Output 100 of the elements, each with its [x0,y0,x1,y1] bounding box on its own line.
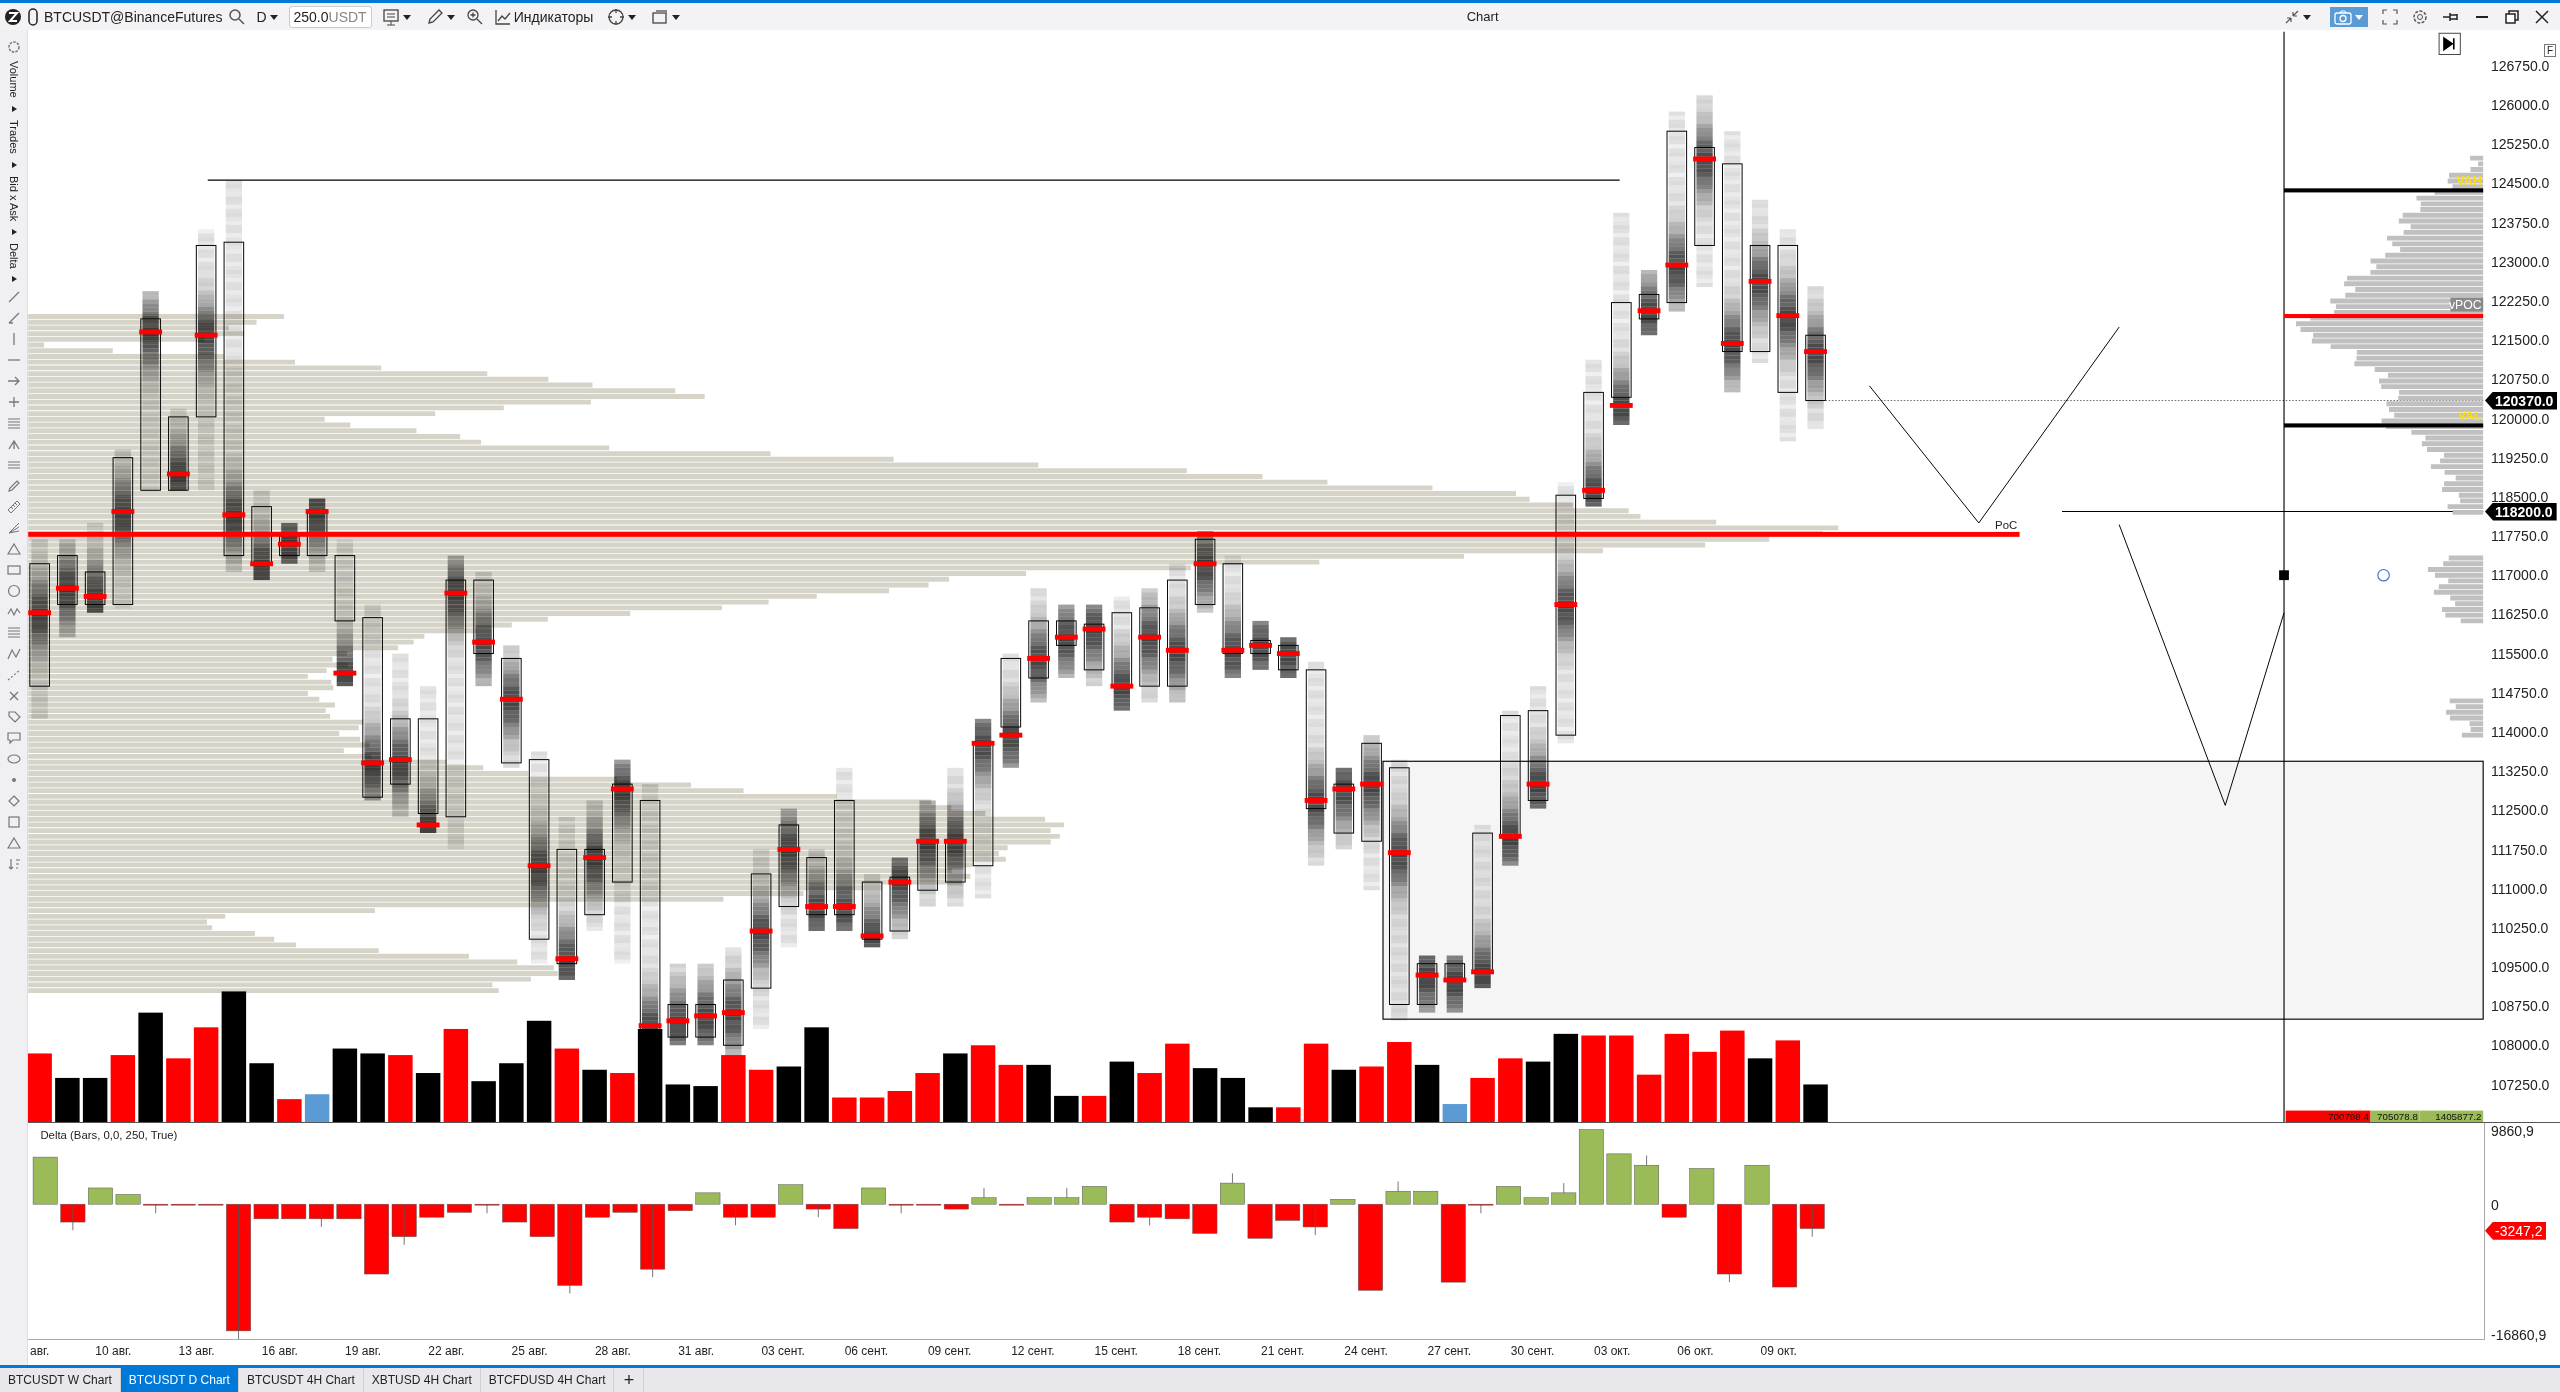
date-tick-label: 16 авг. [261,1344,298,1358]
panel-label[interactable]: Trades [7,119,20,154]
price-tick-label: 108750.0 [2491,998,2550,1015]
date-tick-label: 22 авг. [428,1344,465,1358]
price-tick-label: 111750.0 [2491,841,2548,858]
handle-circle[interactable] [2377,568,2390,582]
ellipse-icon[interactable] [6,752,21,767]
camera-icon [2334,8,2352,25]
caret-icon[interactable] [9,275,18,284]
triangle-icon[interactable] [6,542,21,557]
camera-dropdown[interactable] [2330,6,2368,27]
price-tick-label: 122250.0 [2491,293,2550,309]
date-tick-label: 06 окт. [1677,1344,1714,1358]
price-tick-label: 126000.0 [2491,97,2550,114]
dashed-line-icon[interactable] [6,668,21,683]
settings-icon[interactable] [2412,8,2428,25]
logo-icon [4,7,22,26]
diamond-icon[interactable] [6,794,21,809]
expand-icon[interactable] [2382,8,2398,25]
date-tick-label: 21 сент. [1260,1344,1305,1358]
level-price-badge: 118200.0 [2485,502,2557,521]
last-price-badge: 120370.0 [2485,391,2558,410]
triangle-icon[interactable] [6,836,21,851]
chart-tab[interactable]: BTCFDUSD 4H Chart [480,1368,615,1392]
window-title: Chart [1465,9,1500,24]
symbol-label[interactable]: BTCUSDT@BinanceFutures [44,8,223,25]
fan-icon[interactable] [6,521,21,536]
delta-tick-label: -16860,9 [2491,1327,2547,1344]
skip-end-icon[interactable] [2438,32,2461,55]
price-tick-label: 123000.0 [2491,253,2550,270]
zoom-in-icon[interactable] [465,7,484,26]
price-tick-label: 120750.0 [2491,371,2550,388]
delta-tick-label: 9860,9 [2491,1123,2534,1140]
price-tick-label: 114750.0 [2491,684,2549,701]
price-tick-label: 126750.0 [2491,57,2550,74]
add-tab-button[interactable]: + [614,1368,645,1392]
format-button[interactable]: F [2543,44,2556,57]
anchor-handle[interactable] [2279,570,2289,581]
line-icon[interactable] [6,290,21,305]
date-tick-label: 19 авг. [345,1344,382,1358]
sort-icon[interactable] [6,857,21,872]
timeframe-dropdown[interactable]: D [252,6,283,27]
date-tick-label: 12 сент. [1011,1344,1055,1358]
pencil-icon [425,7,444,26]
square-icon[interactable] [6,815,21,830]
price-tick-label: 108000.0 [2491,1037,2550,1054]
caret-icon[interactable] [9,160,18,169]
settings-icon[interactable] [6,40,21,54]
date-tick-label: 25 авг. [511,1344,548,1358]
quantity-field[interactable]: 250.0USDT [288,5,372,28]
plus-icon[interactable] [6,395,21,410]
line-icon[interactable] [6,311,21,326]
volume-total-label: 1405877.2 [2419,1110,2484,1122]
price-tick-label: 109500.0 [2491,959,2550,976]
date-tick-label: 15 сент. [1094,1344,1138,1358]
date-tick-label: 13 авг. [178,1344,215,1358]
price-tick-label: 114000.0 [2491,724,2549,740]
panel-label[interactable]: Bid x Ask [7,175,20,221]
panel-label[interactable]: Volume [7,61,20,98]
price-tick-label: 111000.0 [2491,880,2548,897]
layout-icon [381,7,400,26]
pencil-icon[interactable] [6,479,21,494]
panel-label[interactable]: Delta [7,242,20,269]
search-icon[interactable] [228,7,247,26]
tag-icon[interactable] [6,710,21,725]
date-tick-label: 31 авг. [678,1344,715,1358]
date-tick-label: 03 сент. [761,1344,805,1358]
chart-tab[interactable]: XBTUSD 4H Chart [363,1368,481,1392]
indicators-button[interactable]: Индикаторы [489,5,598,28]
vah-label: VAH [2456,174,2482,189]
window-icon [651,7,670,26]
caret-icon[interactable] [9,227,18,236]
price-tick-label: 113250.0 [2491,763,2549,780]
price-tick-label: 124500.0 [2491,175,2550,192]
speech-bubble-icon[interactable] [6,731,21,746]
poc-label: PoC [1995,519,2018,532]
caret-icon[interactable] [9,104,18,113]
ruler-icon[interactable] [6,500,21,515]
date-tick-label: 09 окт. [1760,1344,1797,1358]
zigzag-icon[interactable] [6,647,21,662]
volume-total-label: 705078.8 [2370,1110,2420,1122]
restore-icon[interactable] [2504,8,2520,25]
shrink-icon [2284,8,2300,25]
date-tick-label: 09 сент. [927,1344,972,1358]
rectangle-icon[interactable] [6,563,21,578]
price-tick-label: 121500.0 [2491,332,2550,349]
date-tick-label: 28 авг. [594,1344,631,1358]
indicator-title: Delta (Bars, 0,0, 250, True) [40,1129,178,1142]
date-tick-label: 03 окт. [1594,1344,1631,1358]
close-icon[interactable] [2534,8,2550,25]
price-tick-label: 118500.0 [2491,488,2549,505]
delta-value-badge: -3247,2 [2485,1221,2547,1240]
price-tick-label: 112500.0 [2491,802,2549,819]
price-tick-label: 123750.0 [2491,214,2550,231]
chart-tab[interactable]: BTCUSDT 4H Chart [238,1368,364,1392]
volume-total-label: 700798.4 [2285,1110,2371,1122]
chart-tab[interactable]: BTCUSDT D Chart [120,1368,239,1392]
circle-icon[interactable] [6,584,21,599]
delta-tick-label: 0 [2491,1196,2499,1213]
chart-tab[interactable]: BTCUSDT W Chart [0,1368,121,1392]
